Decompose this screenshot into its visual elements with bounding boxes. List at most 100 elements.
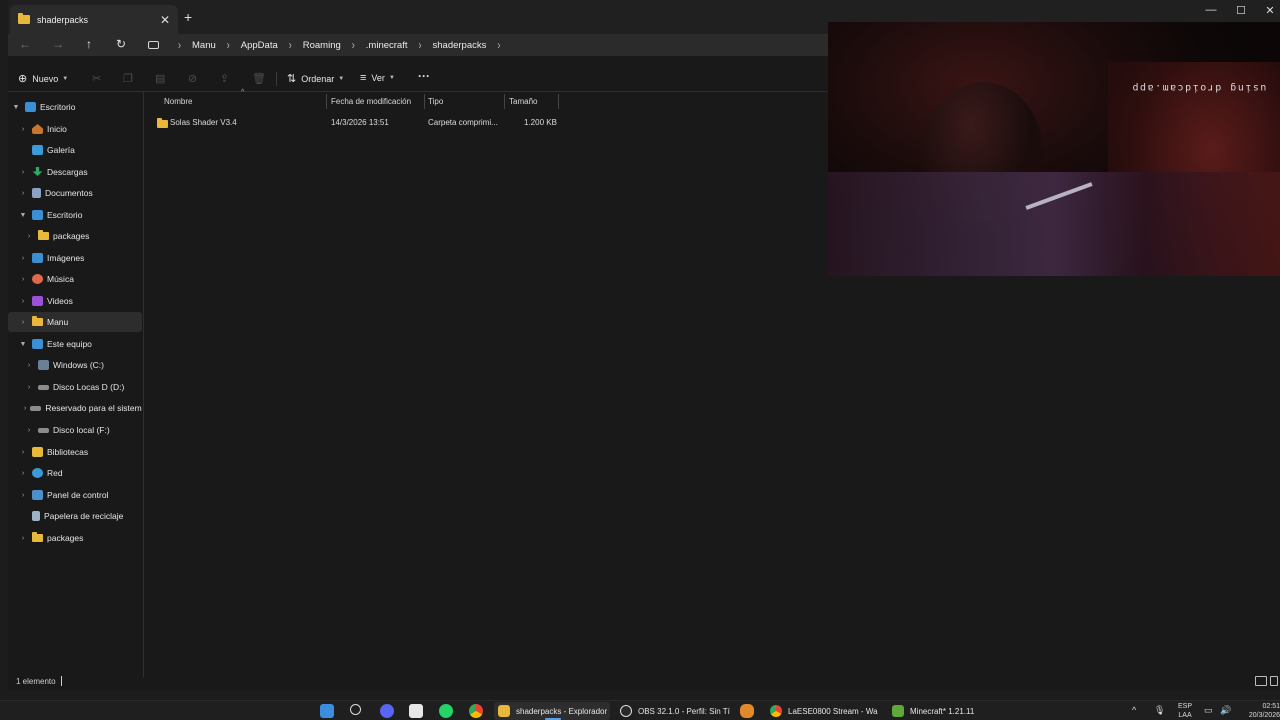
sidebar-item-bibliotecas[interactable]: › Bibliotecas (8, 442, 142, 462)
breadcrumb[interactable]: › Manu › AppData › Roaming › .minecraft … (148, 34, 507, 56)
sidebar-item-packages-2[interactable]: › packages (8, 528, 142, 548)
chevron-right-icon[interactable]: › (18, 319, 28, 326)
taskbar-app-minecraft[interactable]: Minecraft* 1.21.11 (890, 702, 980, 720)
up-button[interactable]: ↑ (80, 37, 98, 51)
chevron-down-icon[interactable]: ▼ (11, 104, 21, 111)
chevron-right-icon[interactable]: › (227, 39, 230, 52)
file-row[interactable]: Solas Shader V3.4 14/3/2026 13:51 Carpet… (155, 114, 565, 131)
paste-icon[interactable]: ▤ (155, 72, 165, 85)
show-hidden-icons-chevron-icon[interactable]: ^ (1132, 705, 1136, 715)
sidebar-item-documentos[interactable]: › Documentos (8, 183, 142, 203)
copy-icon[interactable]: ❐ (123, 72, 133, 85)
chevron-right-icon[interactable]: › (18, 255, 28, 262)
chevron-right-icon[interactable]: › (178, 39, 181, 52)
sidebar-item-panel-de-control[interactable]: › Panel de control (8, 485, 142, 505)
details-view-icon[interactable] (1255, 676, 1267, 686)
chevron-right-icon[interactable]: › (18, 492, 28, 499)
tab-close-button[interactable]: ✕ (160, 13, 170, 27)
sidebar-item-disco-d[interactable]: › Disco Locas D (D:) (8, 377, 142, 397)
sidebar-item-manu[interactable]: › Manu (8, 312, 142, 332)
column-divider[interactable] (504, 94, 505, 109)
computer-icon (32, 339, 43, 349)
sidebar-item-descargas[interactable]: › Descargas (8, 162, 142, 182)
sidebar-item-escritorio-2[interactable]: ▼ Escritorio (8, 205, 142, 225)
chevron-right-icon[interactable]: › (24, 233, 34, 240)
chevron-down-icon[interactable]: ▼ (18, 341, 28, 348)
sidebar-item-papelera[interactable]: Papelera de reciclaje (8, 506, 142, 526)
discord-icon[interactable] (380, 704, 394, 718)
breadcrumb-shaderpacks[interactable]: shaderpacks (433, 40, 487, 51)
more-options-button[interactable]: ··· (418, 69, 430, 83)
column-header-name[interactable]: Nombre (164, 96, 192, 111)
chevron-right-icon[interactable]: › (18, 126, 28, 133)
search-icon[interactable] (350, 704, 361, 715)
column-header-modified[interactable]: Fecha de modificación (331, 96, 411, 111)
sidebar-item-windows-c[interactable]: › Windows (C:) (8, 355, 142, 375)
breadcrumb-minecraft[interactable]: .minecraft (366, 40, 408, 51)
minimize-button[interactable]: — (1201, 4, 1221, 16)
microphone-icon[interactable]: 🎙 (1154, 705, 1165, 716)
breadcrumb-appdata[interactable]: AppData (241, 40, 278, 51)
network-icon[interactable]: ▭ (1204, 705, 1213, 716)
brave-icon[interactable] (740, 704, 754, 718)
kick-app-icon[interactable] (409, 704, 423, 718)
view-button[interactable]: ≡ Ver ▼ (360, 72, 395, 84)
chevron-right-icon[interactable]: › (18, 190, 28, 197)
taskbar-app-obs[interactable]: OBS 32.1.0 - Perfil: Sin Tí (618, 702, 730, 720)
breadcrumb-manu[interactable]: Manu (192, 40, 216, 51)
cut-icon[interactable]: ✂ (92, 72, 101, 85)
chevron-right-icon[interactable]: › (18, 298, 28, 305)
whatsapp-icon[interactable] (439, 704, 453, 718)
chevron-right-icon[interactable]: › (497, 39, 500, 52)
refresh-button[interactable]: ↻ (112, 37, 130, 51)
new-tab-button[interactable]: + (184, 9, 192, 25)
breadcrumb-roaming[interactable]: Roaming (303, 40, 341, 51)
chevron-right-icon[interactable]: › (24, 405, 26, 412)
chevron-right-icon[interactable]: › (18, 449, 28, 456)
sidebar-item-disco-f[interactable]: › Disco local (F:) (8, 420, 142, 440)
column-header-type[interactable]: Tipo (428, 96, 443, 111)
system-clock[interactable]: 02:51 20/3/2026 (1238, 702, 1280, 720)
chevron-right-icon[interactable]: › (24, 427, 34, 434)
chevron-right-icon[interactable]: › (18, 470, 28, 477)
chevron-right-icon[interactable]: › (419, 39, 422, 52)
volume-icon[interactable]: 🔊 (1220, 705, 1231, 716)
sidebar-item-este-equipo[interactable]: ▼ Este equipo (8, 334, 142, 354)
chevron-right-icon[interactable]: › (18, 276, 28, 283)
sidebar-item-musica[interactable]: › Música (8, 269, 142, 289)
chevron-right-icon[interactable]: › (18, 169, 28, 176)
sort-button[interactable]: ⇅ Ordenar ▼ (287, 72, 344, 85)
close-window-button[interactable]: ✕ (1260, 4, 1280, 17)
chevron-down-icon[interactable]: ▼ (18, 212, 28, 219)
sidebar-item-packages[interactable]: › packages (8, 226, 142, 246)
tiles-view-icon[interactable] (1270, 676, 1278, 686)
sidebar-item-escritorio[interactable]: ▼ Escritorio (8, 97, 142, 117)
tab-shaderpacks[interactable]: shaderpacks ✕ (10, 5, 178, 34)
sidebar-item-imagenes[interactable]: › Imágenes (8, 248, 142, 268)
delete-icon[interactable]: 🗑 (252, 72, 266, 85)
column-divider[interactable] (558, 94, 559, 109)
taskbar-app-browser-stream[interactable]: LaESE0800 Stream - Wa (768, 702, 880, 720)
new-button[interactable]: ⊕ Nuevo ▼ (18, 72, 68, 85)
maximize-button[interactable]: ☐ (1231, 4, 1251, 17)
sidebar-item-inicio[interactable]: › Inicio (8, 119, 142, 139)
back-button[interactable]: ← (16, 37, 34, 51)
chevron-right-icon[interactable]: › (24, 384, 34, 391)
sidebar-item-reservado[interactable]: › Reservado para el sistema (8, 398, 142, 418)
column-divider[interactable] (424, 94, 425, 109)
chevron-right-icon[interactable]: › (24, 362, 34, 369)
language-indicator[interactable]: ESP LAA (1178, 702, 1192, 720)
forward-button[interactable]: → (49, 37, 67, 51)
sidebar-item-red[interactable]: › Red (8, 463, 142, 483)
sidebar-item-galeria[interactable]: Galería (8, 140, 142, 160)
sidebar-item-videos[interactable]: › Videos (8, 291, 142, 311)
column-divider[interactable] (326, 94, 327, 109)
chrome-icon[interactable] (469, 704, 483, 718)
rename-icon[interactable]: ⊘ (188, 72, 197, 85)
chevron-right-icon[interactable]: › (18, 535, 28, 542)
chevron-right-icon[interactable]: › (289, 39, 292, 52)
share-icon[interactable]: ⇪ (220, 72, 229, 85)
start-icon[interactable] (320, 704, 334, 718)
column-header-size[interactable]: Tamaño (509, 96, 537, 111)
chevron-right-icon[interactable]: › (352, 39, 355, 52)
